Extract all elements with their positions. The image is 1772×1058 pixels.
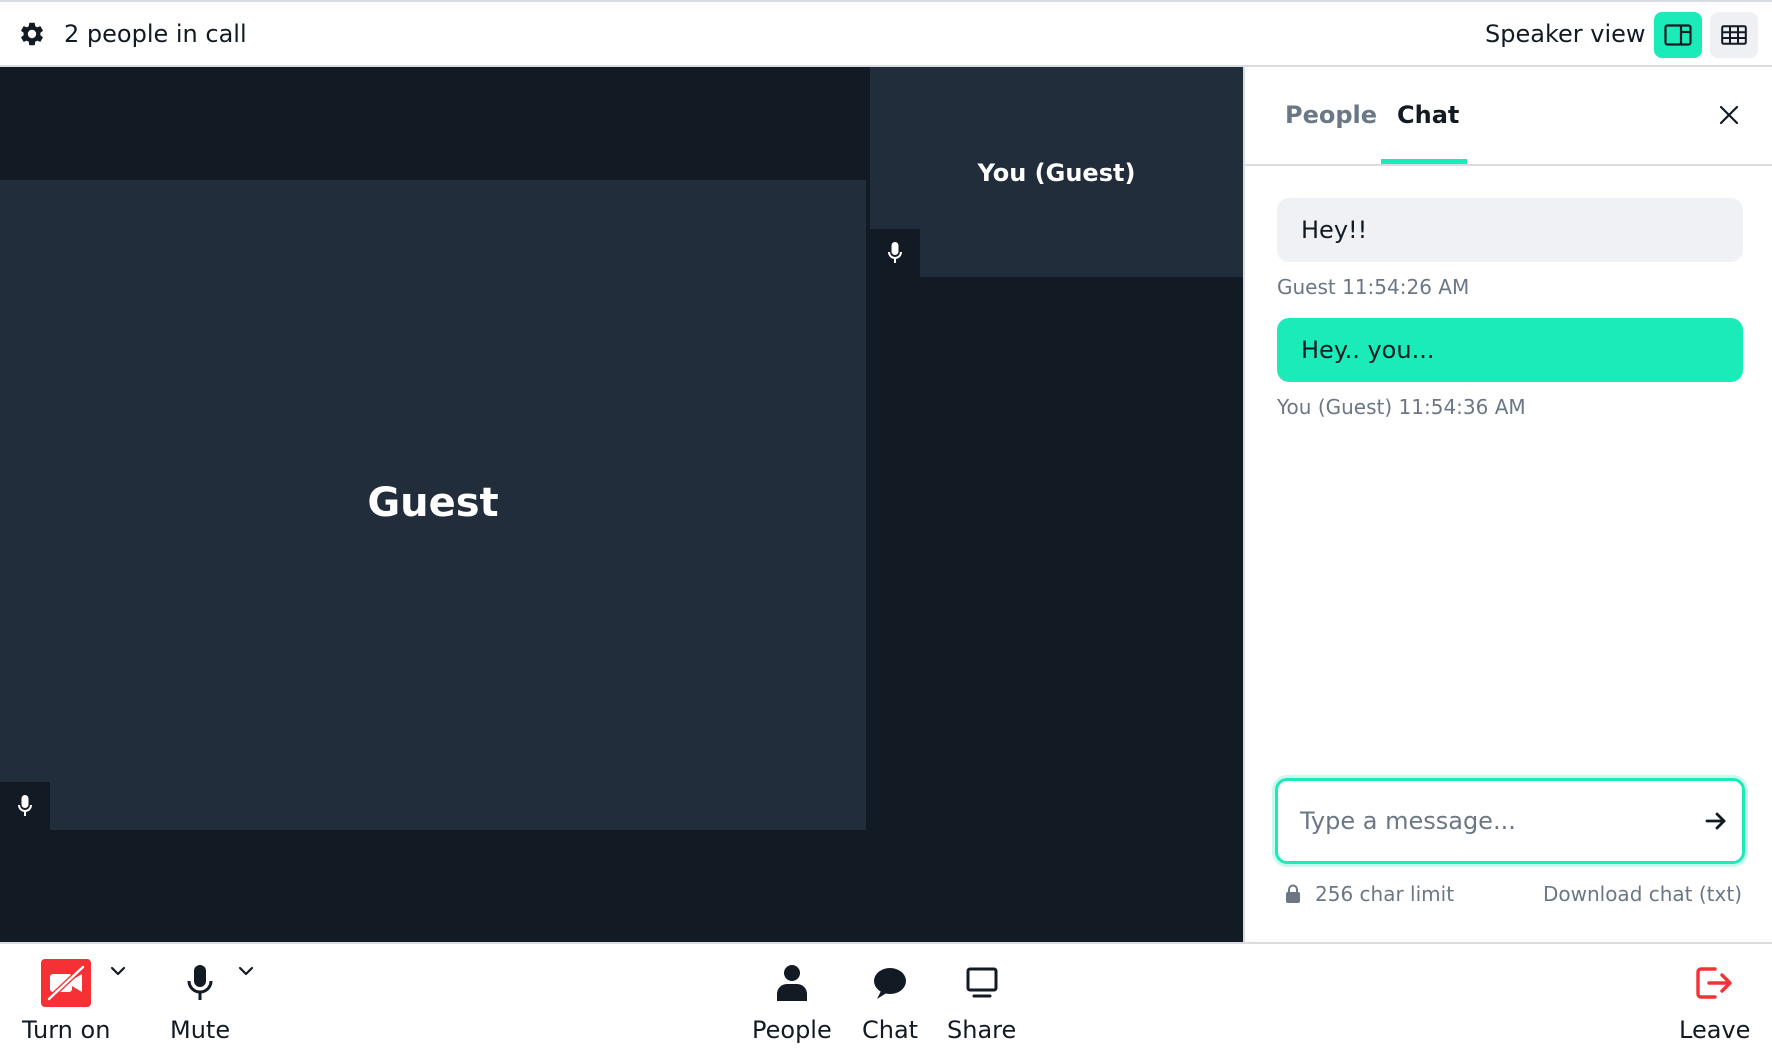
chevron-down-icon[interactable] xyxy=(108,964,128,978)
participant-tile-you[interactable]: You (Guest) xyxy=(870,67,1243,277)
view-mode-label: Speaker view xyxy=(1485,20,1646,48)
char-limit-note: 256 char limit xyxy=(1285,882,1454,906)
speaker-view-button[interactable] xyxy=(1654,12,1702,58)
char-limit-label: 256 char limit xyxy=(1315,882,1455,906)
video-area: Guest You (Guest) xyxy=(0,67,1243,942)
close-panel-button[interactable] xyxy=(1711,97,1747,133)
chat-bubble-icon xyxy=(874,968,907,999)
camera-off-icon xyxy=(41,959,92,1007)
chat-message-meta: Guest 11:54:26 AM xyxy=(1277,275,1470,299)
people-label: People xyxy=(752,1016,832,1044)
grid-view-icon xyxy=(1721,25,1747,45)
chat-label: Chat xyxy=(862,1016,919,1044)
microphone-icon xyxy=(18,795,32,816)
microphone-icon xyxy=(187,965,213,1000)
microphone-icon xyxy=(888,242,902,263)
person-icon xyxy=(776,965,807,1001)
message-composer xyxy=(1275,778,1745,864)
tab-people[interactable]: People xyxy=(1285,101,1377,129)
leave-icon xyxy=(1695,967,1732,999)
chat-button[interactable]: Chat xyxy=(862,958,918,1044)
mute-button[interactable]: Mute xyxy=(170,958,230,1044)
chat-message-meta: You (Guest) 11:54:36 AM xyxy=(1277,395,1526,419)
settings-button[interactable] xyxy=(16,18,48,50)
side-panel: People Chat Hey!! Guest 11:54:26 AM Hey.… xyxy=(1243,67,1772,942)
message-input[interactable] xyxy=(1298,799,1668,843)
tab-chat[interactable]: Chat xyxy=(1397,101,1459,129)
arrow-right-icon xyxy=(1705,812,1726,830)
mic-status-badge xyxy=(0,782,50,830)
top-bar: 2 people in call Speaker view xyxy=(0,0,1772,67)
grid-view-button[interactable] xyxy=(1710,12,1758,58)
share-label: Share xyxy=(947,1016,1017,1044)
chat-message-own: Hey.. you... xyxy=(1277,318,1743,382)
share-screen-button[interactable]: Share xyxy=(947,958,1016,1044)
gear-icon xyxy=(21,22,43,46)
active-tab-indicator xyxy=(1381,159,1467,164)
download-chat-link[interactable]: Download chat (txt) xyxy=(1543,882,1742,906)
lock-icon xyxy=(1286,884,1300,903)
leave-label: Leave xyxy=(1679,1016,1751,1044)
speaker-view-icon xyxy=(1664,24,1692,46)
people-count: 2 people in call xyxy=(64,20,247,48)
camera-label: Turn on xyxy=(22,1016,111,1044)
leave-call-button[interactable]: Leave xyxy=(1679,958,1750,1044)
people-button[interactable]: People xyxy=(752,958,832,1044)
camera-toggle-button[interactable]: Turn on xyxy=(22,958,110,1044)
close-icon xyxy=(1719,105,1739,125)
chevron-down-icon[interactable] xyxy=(236,964,256,978)
screen-share-icon xyxy=(966,967,998,998)
participant-name: Guest xyxy=(367,480,499,526)
send-button[interactable] xyxy=(1698,803,1734,839)
participant-tile-guest[interactable]: Guest xyxy=(0,180,866,830)
bottom-tray: Turn on Mute People Chat Share Leave xyxy=(0,942,1772,1058)
participant-name: You (Guest) xyxy=(977,159,1136,187)
panel-tabs: People Chat xyxy=(1245,67,1772,166)
mic-label: Mute xyxy=(170,1016,231,1044)
mic-status-badge xyxy=(870,229,920,277)
chat-message: Hey!! xyxy=(1277,198,1743,262)
